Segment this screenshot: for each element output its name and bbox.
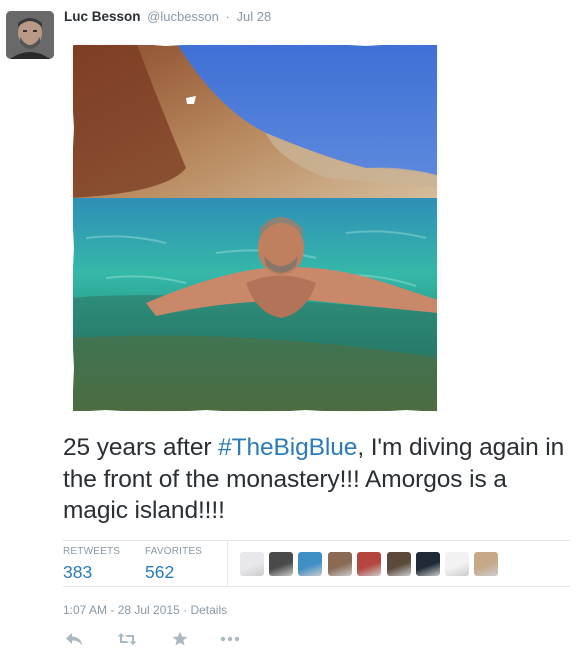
author-handle[interactable]: @lucbesson — [147, 9, 219, 24]
favoriter-avatar-1[interactable] — [240, 552, 264, 576]
hashtag-link[interactable]: #TheBigBlue — [218, 434, 357, 461]
favorites-count[interactable]: 562 — [145, 562, 202, 583]
tweet-text: 25 years after #TheBigBlue, I'm diving a… — [63, 432, 573, 527]
favoriter-avatar-5[interactable] — [357, 552, 381, 576]
retweets-stat[interactable]: RETWEETS 383 — [63, 546, 120, 583]
header-separator: · — [225, 9, 230, 24]
retweets-count[interactable]: 383 — [63, 562, 120, 583]
more-icon[interactable] — [219, 628, 241, 650]
favoriter-avatar-8[interactable] — [445, 552, 469, 576]
tweet-header: Luc Besson @lucbesson · Jul 28 — [64, 9, 271, 27]
author-name[interactable]: Luc Besson — [64, 9, 141, 24]
star-icon[interactable] — [169, 628, 191, 650]
favorites-label: FAVORITES — [145, 546, 203, 557]
meta-separator: · — [183, 603, 188, 617]
favoriter-avatar-6[interactable] — [387, 552, 411, 576]
tweet-text-before: 25 years after — [63, 434, 219, 461]
stats-divider — [227, 541, 228, 587]
favorites-stat[interactable]: FAVORITES 562 — [145, 546, 202, 583]
tweet-card: Luc Besson @lucbesson · Jul 28 25 years … — [0, 0, 586, 654]
favoriter-avatar-2[interactable] — [269, 552, 293, 576]
retweets-label: RETWEETS — [63, 546, 121, 557]
favoriter-avatar-3[interactable] — [298, 552, 322, 576]
tweet-stats: RETWEETS 383 FAVORITES 562 — [63, 540, 570, 587]
favoriter-avatar-9[interactable] — [474, 552, 498, 576]
favoriter-avatar-7[interactable] — [416, 552, 440, 576]
tweet-date[interactable]: Jul 28 — [237, 9, 272, 24]
reply-icon[interactable] — [63, 628, 85, 650]
author-avatar[interactable] — [6, 11, 54, 59]
tweet-photo[interactable] — [66, 38, 444, 418]
retweet-icon[interactable] — [116, 628, 138, 650]
tweet-timestamp[interactable]: 1:07 AM - 28 Jul 2015 — [63, 603, 180, 617]
details-link[interactable]: Details — [190, 603, 227, 617]
favoriter-avatar-4[interactable] — [328, 552, 352, 576]
tweet-meta: 1:07 AM - 28 Jul 2015 · Details — [63, 603, 227, 617]
